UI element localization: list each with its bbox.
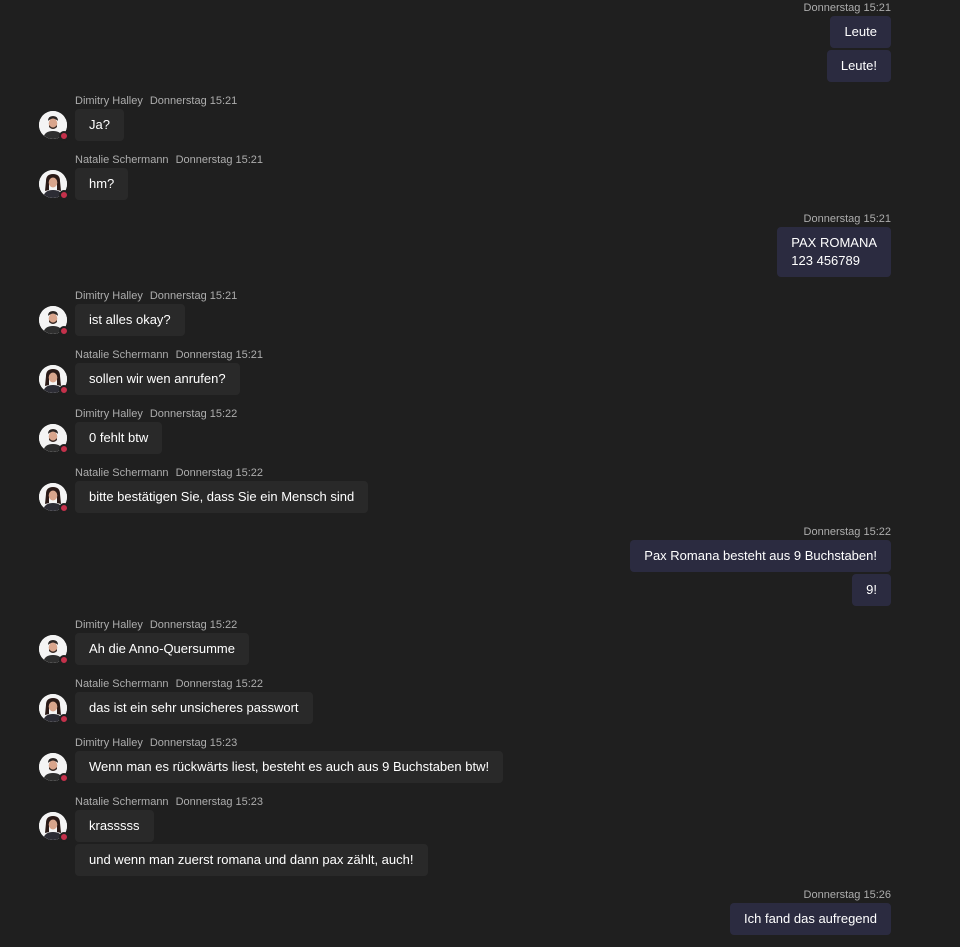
message-bubble[interactable]: Wenn man es rückwärts liest, besteht es …	[75, 751, 504, 783]
author-name[interactable]: Dimitry Halley	[75, 408, 143, 420]
avatar[interactable]	[39, 111, 69, 141]
message-bubble[interactable]: bitte bestätigen Sie, dass Sie ein Mensc…	[75, 481, 369, 513]
own-message-bubble[interactable]: PAX ROMANA 123 456789	[777, 227, 891, 277]
message-timestamp: Donnerstag 15:23	[149, 737, 238, 749]
message-bubble[interactable]: ist alles okay?	[75, 304, 185, 336]
message-header: Natalie Schermann Donnerstag 15:23	[75, 795, 263, 809]
busy-status-icon	[59, 832, 69, 842]
message-bubble[interactable]: und wenn man zuerst romana und dann pax …	[75, 844, 428, 876]
avatar[interactable]	[39, 306, 69, 336]
message-timestamp: Donnerstag 15:22	[803, 526, 891, 538]
avatar[interactable]	[39, 635, 69, 665]
message-timestamp: Donnerstag 15:21	[175, 349, 264, 361]
message-timestamp: Donnerstag 15:22	[175, 467, 264, 479]
message-header: Dimitry Halley Donnerstag 15:22	[75, 407, 237, 421]
message-timestamp: Donnerstag 15:21	[803, 2, 891, 14]
message-timestamp: Donnerstag 15:21	[175, 154, 264, 166]
busy-status-icon	[59, 655, 69, 665]
message-timestamp: Donnerstag 15:22	[175, 678, 264, 690]
busy-status-icon	[59, 131, 69, 141]
busy-status-icon	[59, 714, 69, 724]
message-bubble[interactable]: Ah die Anno-Quersumme	[75, 633, 249, 665]
busy-status-icon	[59, 444, 69, 454]
message-header: Donnerstag 15:26	[804, 888, 891, 902]
message-header: Donnerstag 15:21	[804, 212, 891, 226]
message-timestamp: Donnerstag 15:22	[149, 619, 238, 631]
own-message-bubble[interactable]: Pax Romana besteht aus 9 Buchstaben!	[630, 540, 891, 572]
message-header: Donnerstag 15:21	[804, 1, 891, 15]
busy-status-icon	[59, 385, 69, 395]
own-message-bubble[interactable]: Leute	[830, 16, 891, 48]
message-header: Dimitry Halley Donnerstag 15:23	[75, 736, 237, 750]
avatar[interactable]	[39, 170, 69, 200]
message-timestamp: Donnerstag 15:23	[175, 796, 264, 808]
author-name[interactable]: Natalie Schermann	[75, 154, 169, 166]
own-message-bubble[interactable]: Leute!	[826, 50, 891, 82]
avatar[interactable]	[39, 812, 69, 842]
message-bubble[interactable]: das ist ein sehr unsicheres passwort	[75, 692, 313, 724]
message-timestamp: Donnerstag 15:21	[803, 213, 891, 225]
busy-status-icon	[59, 503, 69, 513]
author-name[interactable]: Natalie Schermann	[75, 467, 169, 479]
message-header: Natalie Schermann Donnerstag 15:21	[75, 153, 263, 167]
author-name[interactable]: Dimitry Halley	[75, 290, 143, 302]
busy-status-icon	[59, 190, 69, 200]
message-timestamp: Donnerstag 15:21	[149, 95, 238, 107]
message-header: Dimitry Halley Donnerstag 15:21	[75, 289, 237, 303]
avatar[interactable]	[39, 365, 69, 395]
message-header: Dimitry Halley Donnerstag 15:21	[75, 94, 237, 108]
message-header: Donnerstag 15:22	[804, 525, 891, 539]
message-header: Natalie Schermann Donnerstag 15:22	[75, 466, 263, 480]
message-bubble[interactable]: Ja?	[75, 109, 124, 141]
busy-status-icon	[59, 326, 69, 336]
author-name[interactable]: Natalie Schermann	[75, 678, 169, 690]
own-message-bubble[interactable]: Ich fand das aufregend	[730, 903, 891, 935]
message-timestamp: Donnerstag 15:22	[149, 408, 238, 420]
author-name[interactable]: Dimitry Halley	[75, 737, 143, 749]
avatar[interactable]	[39, 694, 69, 724]
author-name[interactable]: Dimitry Halley	[75, 95, 143, 107]
message-bubble[interactable]: sollen wir wen anrufen?	[75, 363, 240, 395]
message-bubble[interactable]: krasssss	[75, 810, 154, 842]
message-timestamp: Donnerstag 15:21	[149, 290, 238, 302]
author-name[interactable]: Natalie Schermann	[75, 349, 169, 361]
author-name[interactable]: Dimitry Halley	[75, 619, 143, 631]
avatar[interactable]	[39, 483, 69, 513]
message-bubble[interactable]: 0 fehlt btw	[75, 422, 163, 454]
message-header: Dimitry Halley Donnerstag 15:22	[75, 618, 237, 632]
busy-status-icon	[59, 773, 69, 783]
author-name[interactable]: Natalie Schermann	[75, 796, 169, 808]
message-timestamp: Donnerstag 15:26	[803, 889, 891, 901]
avatar[interactable]	[39, 424, 69, 454]
avatar[interactable]	[39, 753, 69, 783]
message-header: Natalie Schermann Donnerstag 15:21	[75, 348, 263, 362]
own-message-bubble[interactable]: 9!	[852, 574, 891, 606]
message-header: Natalie Schermann Donnerstag 15:22	[75, 677, 263, 691]
message-bubble[interactable]: hm?	[75, 168, 129, 200]
